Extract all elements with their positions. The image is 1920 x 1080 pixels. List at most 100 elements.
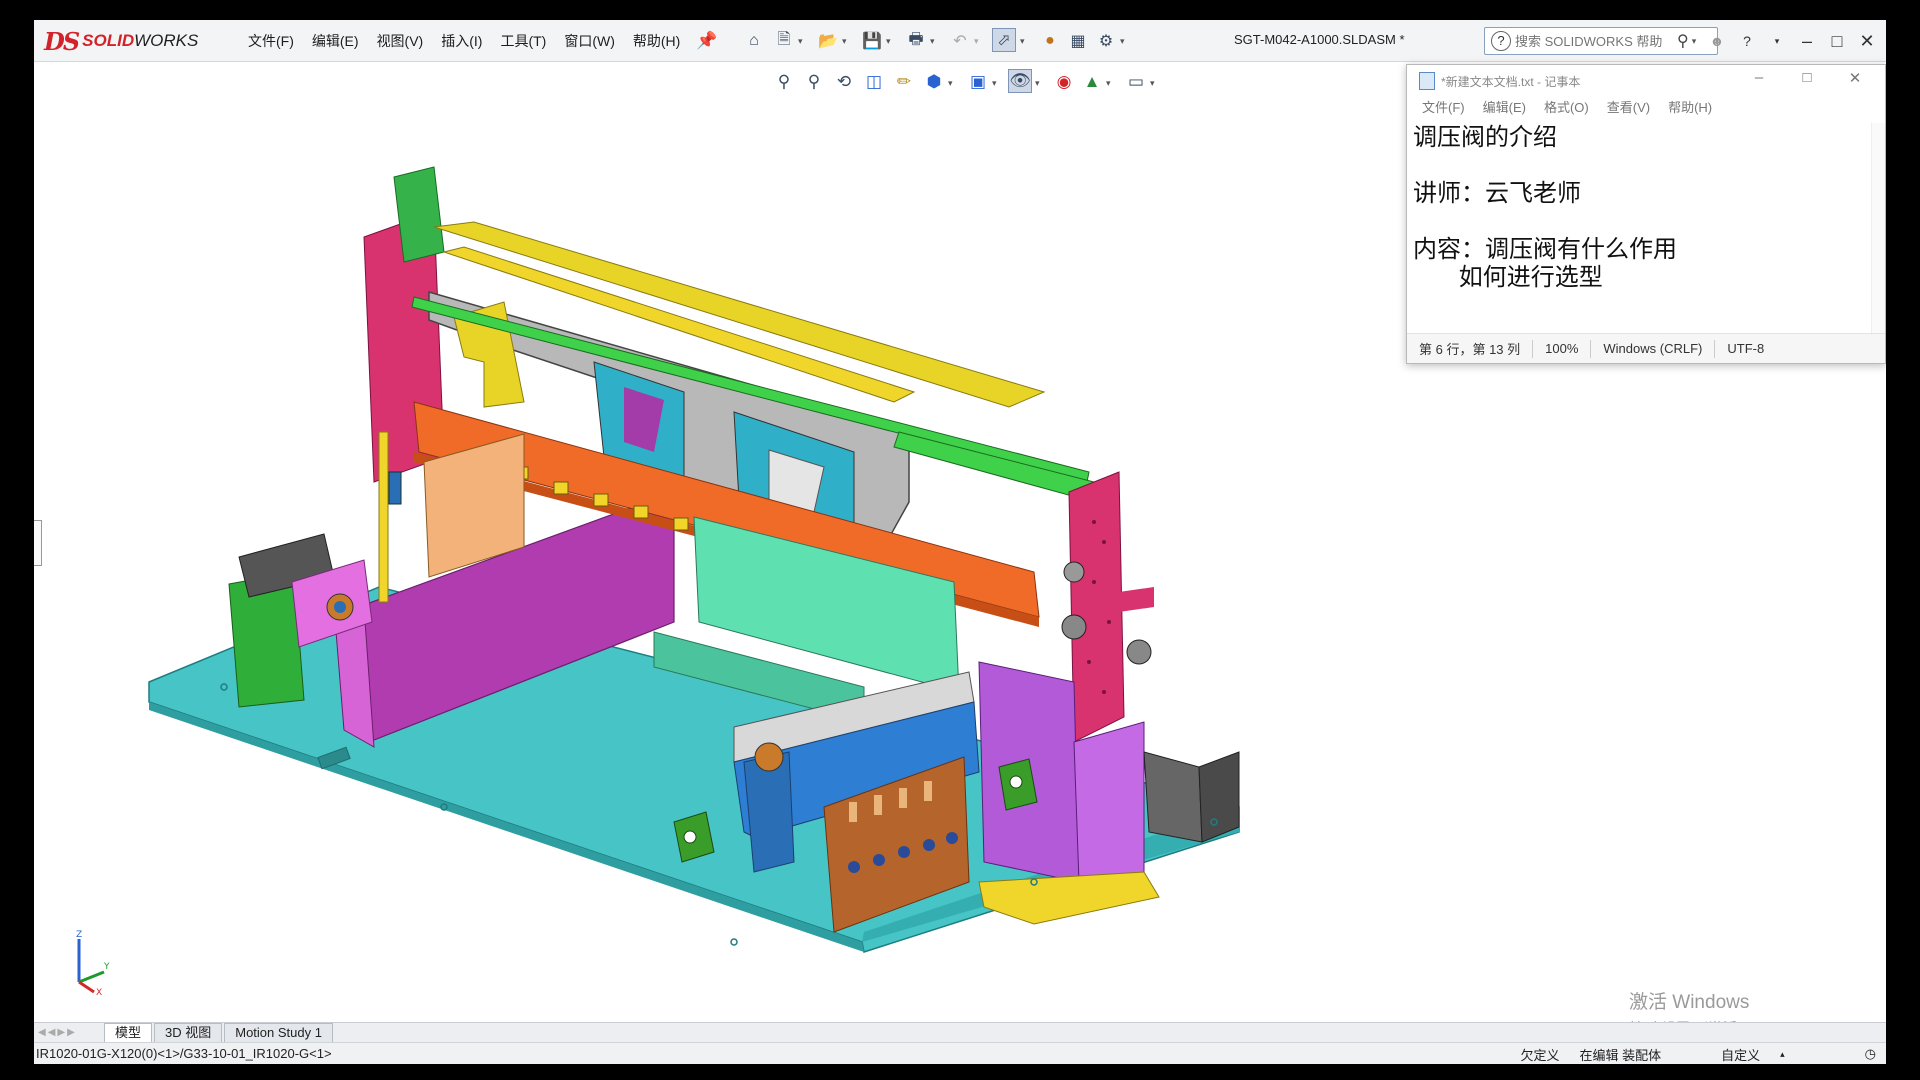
minimize-icon[interactable]: – xyxy=(1792,31,1822,52)
select-dropdown-icon[interactable]: ▾ xyxy=(1020,36,1025,47)
pin-menu-icon[interactable]: 📌 xyxy=(696,31,717,51)
notepad-status-bar: 第 6 行，第 13 列 100% Windows (CRLF) UTF-8 xyxy=(1407,333,1885,363)
open-dropdown-icon[interactable]: ▾ xyxy=(842,36,847,47)
notepad-menu-help[interactable]: 帮助(H) xyxy=(1659,97,1721,119)
tooltip-toggle-icon[interactable]: ◷ xyxy=(1855,1046,1886,1062)
new-document-icon[interactable]: 🗎 xyxy=(772,29,796,53)
apply-scene-icon[interactable]: ▲ xyxy=(1080,70,1104,94)
menu-window[interactable]: 窗口(W) xyxy=(555,20,624,62)
edit-appearance-icon[interactable]: ◉ xyxy=(1052,70,1076,94)
user-account-icon[interactable]: ☻ xyxy=(1702,33,1732,49)
view-settings-icon[interactable]: ▭ xyxy=(1124,70,1148,94)
assembly-model[interactable] xyxy=(34,62,1374,962)
notepad-menu-edit[interactable]: 编辑(E) xyxy=(1474,97,1535,119)
save-dropdown-icon[interactable]: ▾ xyxy=(886,36,891,47)
undo-dropdown-icon[interactable]: ▾ xyxy=(974,36,979,47)
zoom-to-fit-icon[interactable]: ⚲ xyxy=(772,70,796,94)
encoding: UTF-8 xyxy=(1727,341,1765,356)
top-plate xyxy=(433,221,1046,408)
watermark-line1: 激活 Windows xyxy=(1629,992,1750,1013)
heads-up-view-toolbar: ⚲ ⚲ ⟲ ◫ ✏ ⬢ ▾ ▣ ▾ 👁 ▾ ◉ ▲ ▾ ▭ ▾ xyxy=(754,64,1224,100)
open-icon[interactable]: 📂 xyxy=(816,29,840,53)
solidworks-wordmark: SOLIDWORKS xyxy=(82,31,199,50)
status-bar: IR1020-01G-X120(0)<1>/G33-10-01_IR1020-G… xyxy=(34,1042,1886,1064)
undo-icon[interactable]: ↶ xyxy=(948,29,972,53)
notepad-menu-view[interactable]: 查看(V) xyxy=(1598,97,1659,119)
dynamic-annotation-icon[interactable]: ✏ xyxy=(892,70,916,94)
view-orientation-dropdown-icon[interactable]: ▾ xyxy=(948,78,953,89)
options-dropdown-icon[interactable]: ▾ xyxy=(1120,36,1125,47)
tab-motion-study[interactable]: Motion Study 1 xyxy=(224,1023,333,1042)
notepad-text-area[interactable]: 调压阀的介绍 讲师：云飞老师 内容：调压阀有什么作用 如何进行选型 xyxy=(1413,123,1871,335)
tab-3d-views[interactable]: 3D 视图 xyxy=(154,1023,223,1042)
units-selector[interactable]: 自定义 xyxy=(1711,1045,1770,1064)
menu-help[interactable]: 帮助(H) xyxy=(624,20,689,62)
notepad-icon xyxy=(1419,72,1435,90)
zoom-level: 100% xyxy=(1545,341,1579,356)
select-icon[interactable]: ⬀ xyxy=(992,28,1016,52)
print-dropdown-icon[interactable]: ▾ xyxy=(930,36,935,47)
zoom-area-icon[interactable]: ⚲ xyxy=(802,70,826,94)
svg-text:X: X xyxy=(96,988,102,997)
cursor-position: 第 6 行，第 13 列 xyxy=(1419,342,1521,357)
line-ending: Windows (CRLF) xyxy=(1603,341,1703,356)
menu-edit[interactable]: 编辑(E) xyxy=(303,20,368,62)
editing-status: 在编辑 装配体 xyxy=(1579,1047,1662,1063)
search-dropdown-icon[interactable]: ▾ xyxy=(1692,36,1697,47)
search-icon[interactable]: ⚲ xyxy=(1677,31,1689,51)
new-dropdown-icon[interactable]: ▾ xyxy=(798,36,803,47)
notepad-minimize-icon[interactable]: – xyxy=(1735,69,1783,87)
window-controls: ☻ ? ▾ – □ ✕ xyxy=(1702,20,1882,62)
previous-view-icon[interactable]: ⟲ xyxy=(832,70,856,94)
tab-model[interactable]: 模型 xyxy=(104,1023,153,1042)
right-upright xyxy=(1068,471,1125,743)
notepad-maximize-icon[interactable]: □ xyxy=(1783,69,1831,87)
apply-scene-dropdown-icon[interactable]: ▾ xyxy=(1106,78,1111,89)
display-style-icon[interactable]: ▣ xyxy=(966,70,990,94)
help-question-icon: ? xyxy=(1491,31,1511,51)
save-icon[interactable]: 💾 xyxy=(860,29,884,53)
definition-status: 欠定义 xyxy=(1520,1047,1560,1063)
main-menu: 文件(F) 编辑(E) 视图(V) 插入(I) 工具(T) 窗口(W) 帮助(H… xyxy=(239,20,689,62)
notepad-menu: 文件(F) 编辑(E) 格式(O) 查看(V) 帮助(H) xyxy=(1407,97,1885,119)
solidworks-logo[interactable]: DS SOLIDWORKS xyxy=(44,25,244,57)
document-title: SGT-M042-A1000.SLDASM * xyxy=(1234,32,1405,47)
notepad-close-icon[interactable]: ✕ xyxy=(1831,69,1879,87)
hide-show-dropdown-icon[interactable]: ▾ xyxy=(1035,78,1040,89)
section-view-icon[interactable]: ◫ xyxy=(862,70,886,94)
feature-manager-collapse-handle[interactable] xyxy=(34,520,42,566)
print-icon[interactable]: 🖶 xyxy=(904,29,928,53)
menu-tools[interactable]: 工具(T) xyxy=(491,20,555,62)
notepad-window-controls: – □ ✕ xyxy=(1735,69,1879,87)
help-dropdown-icon[interactable]: ▾ xyxy=(1762,36,1792,47)
hide-show-items-icon[interactable]: 👁 xyxy=(1008,69,1032,93)
close-icon[interactable]: ✕ xyxy=(1852,31,1882,52)
rebuild-traffic-light-icon[interactable]: ● xyxy=(1038,29,1062,53)
home-icon[interactable]: ⌂ xyxy=(742,29,766,53)
options-gear-icon[interactable]: ⚙ xyxy=(1094,29,1118,53)
tab-scroll-arrows-icon[interactable]: ◀◀▶▶ xyxy=(34,1024,104,1042)
notepad-titlebar[interactable]: *新建文本文档.txt - 记事本 – □ ✕ xyxy=(1407,65,1885,97)
menu-insert[interactable]: 插入(I) xyxy=(432,20,491,62)
notepad-scrollbar[interactable] xyxy=(1871,123,1885,335)
menu-file[interactable]: 文件(F) xyxy=(239,20,303,62)
notepad-menu-format[interactable]: 格式(O) xyxy=(1535,97,1598,119)
help-icon[interactable]: ? xyxy=(1732,33,1762,49)
notepad-window[interactable]: *新建文本文档.txt - 记事本 – □ ✕ 文件(F) 编辑(E) 格式(O… xyxy=(1406,64,1886,364)
display-style-dropdown-icon[interactable]: ▾ xyxy=(992,78,997,89)
help-search-input[interactable] xyxy=(1515,33,1675,49)
notepad-menu-file[interactable]: 文件(F) xyxy=(1413,97,1474,119)
view-orientation-icon[interactable]: ⬢ xyxy=(922,70,946,94)
maximize-icon[interactable]: □ xyxy=(1822,31,1852,52)
menu-view[interactable]: 视图(V) xyxy=(368,20,433,62)
title-menu-bar: DS SOLIDWORKS 文件(F) 编辑(E) 视图(V) 插入(I) 工具… xyxy=(34,20,1886,62)
units-dropdown-icon[interactable]: ▴ xyxy=(1770,1049,1795,1060)
help-search-box[interactable]: ? ⚲ ▾ xyxy=(1484,27,1718,55)
ds-logo-mark: DS xyxy=(44,26,80,56)
coordinate-triad-icon: Z Y X xyxy=(76,930,110,997)
selection-path: IR1020-01G-X120(0)<1>/G33-10-01_IR1020-G… xyxy=(36,1046,332,1061)
file-properties-icon[interactable]: ▦ xyxy=(1066,29,1090,53)
notepad-title: *新建文本文档.txt - 记事本 xyxy=(1441,74,1581,89)
svg-text:Z: Z xyxy=(76,930,82,940)
view-settings-dropdown-icon[interactable]: ▾ xyxy=(1150,78,1155,89)
